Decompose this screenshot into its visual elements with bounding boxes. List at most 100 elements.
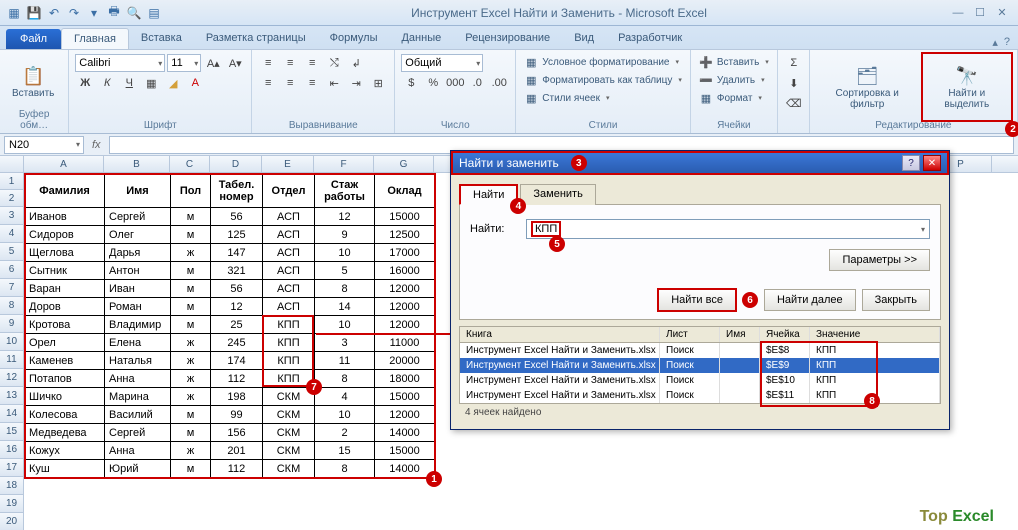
row-header[interactable]: 10	[0, 333, 24, 351]
indent-inc-icon[interactable]: ⇥	[346, 74, 366, 92]
table-cell[interactable]: 15000	[375, 388, 435, 406]
maximize-icon[interactable]: ☐	[972, 6, 988, 20]
table-cell[interactable]: 156	[211, 424, 263, 442]
dialog-help-icon[interactable]: ?	[902, 155, 920, 171]
ribbon-tab[interactable]: Вставка	[129, 28, 194, 49]
table-cell[interactable]: 12000	[375, 406, 435, 424]
table-cell[interactable]: м	[171, 424, 211, 442]
table-cell[interactable]: Василий	[105, 406, 171, 424]
autosum-icon[interactable]: Σ	[784, 54, 804, 72]
name-box[interactable]: N20	[4, 136, 84, 154]
find-input[interactable]: КПП 5	[526, 219, 930, 239]
result-row[interactable]: Инструмент Excel Найти и Заменить.xlsxПо…	[460, 358, 940, 373]
table-cell[interactable]: Дарья	[105, 244, 171, 262]
table-cell[interactable]: Потапов	[25, 370, 105, 388]
table-cell[interactable]: м	[171, 262, 211, 280]
table-cell[interactable]: 5	[315, 262, 375, 280]
table-cell[interactable]: АСП	[263, 280, 315, 298]
tab-find[interactable]: Найти 4	[459, 184, 518, 205]
table-cell[interactable]: Сергей	[105, 424, 171, 442]
result-row[interactable]: Инструмент Excel Найти и Заменить.xlsxПо…	[460, 373, 940, 388]
table-cell[interactable]: 198	[211, 388, 263, 406]
table-cell[interactable]: Роман	[105, 298, 171, 316]
italic-button[interactable]: К	[97, 74, 117, 92]
table-cell[interactable]: 56	[211, 280, 263, 298]
paste-button[interactable]: 📋 Вставить	[6, 54, 60, 109]
wrap-text-icon[interactable]: ↲	[346, 54, 366, 72]
redo-icon[interactable]: ↷	[66, 5, 82, 21]
table-cell[interactable]: Кротова	[25, 316, 105, 334]
table-cell[interactable]: 125	[211, 226, 263, 244]
qat-icon[interactable]: 🖶	[106, 5, 122, 21]
table-cell[interactable]: Иван	[105, 280, 171, 298]
cond-format-button[interactable]: ▦Условное форматирование	[522, 54, 684, 70]
align-left-icon[interactable]: ≡	[258, 74, 278, 92]
table-cell[interactable]: 14000	[375, 424, 435, 442]
table-cell[interactable]: Шичко	[25, 388, 105, 406]
table-cell[interactable]: Иванов	[25, 208, 105, 226]
qat-icon[interactable]: ▤	[146, 5, 162, 21]
find-select-button[interactable]: 🔭 Найти и выделить	[923, 54, 1011, 120]
table-cell[interactable]: ж	[171, 334, 211, 352]
table-cell[interactable]: ж	[171, 244, 211, 262]
table-cell[interactable]: Кожух	[25, 442, 105, 460]
row-header[interactable]: 19	[0, 495, 24, 513]
table-cell[interactable]: Сидоров	[25, 226, 105, 244]
table-cell[interactable]: 14	[315, 298, 375, 316]
select-all-corner[interactable]	[0, 156, 24, 173]
table-cell[interactable]: Орел	[25, 334, 105, 352]
table-cell[interactable]: 56	[211, 208, 263, 226]
ribbon-tab[interactable]: Разметка страницы	[194, 28, 318, 49]
align-middle-icon[interactable]: ≡	[280, 54, 300, 72]
table-cell[interactable]: Наталья	[105, 352, 171, 370]
close-button[interactable]: Закрыть	[862, 289, 930, 311]
grow-font-icon[interactable]: A▴	[203, 54, 223, 72]
row-header[interactable]: 8	[0, 297, 24, 315]
table-cell[interactable]: 15000	[375, 442, 435, 460]
table-cell[interactable]: 8	[315, 460, 375, 478]
ribbon-tab[interactable]: Рецензирование	[453, 28, 562, 49]
table-cell[interactable]: Анна	[105, 370, 171, 388]
font-color-button[interactable]: A	[185, 74, 205, 92]
table-cell[interactable]: СКМ	[263, 406, 315, 424]
table-cell[interactable]: 12	[211, 298, 263, 316]
row-header[interactable]: 16	[0, 441, 24, 459]
row-header[interactable]: 4	[0, 225, 24, 243]
table-cell[interactable]: 2	[315, 424, 375, 442]
table-cell[interactable]: Медведева	[25, 424, 105, 442]
table-cell[interactable]: Варан	[25, 280, 105, 298]
table-cell[interactable]: 3	[315, 334, 375, 352]
table-cell[interactable]: 10	[315, 244, 375, 262]
table-cell[interactable]: ж	[171, 370, 211, 388]
row-header[interactable]: 13	[0, 387, 24, 405]
border-button[interactable]: ▦	[141, 74, 161, 92]
cells-area[interactable]: ФамилияИмяПолТабел. номерОтделСтаж работ…	[24, 173, 435, 478]
table-cell[interactable]: КПП	[263, 316, 315, 334]
delete-cells-button[interactable]: ➖Удалить	[697, 72, 771, 88]
table-cell[interactable]: 321	[211, 262, 263, 280]
find-all-button[interactable]: Найти все	[658, 289, 736, 311]
fx-icon[interactable]: fx	[84, 139, 109, 151]
table-cell[interactable]: 12	[315, 208, 375, 226]
table-cell[interactable]: СКМ	[263, 460, 315, 478]
table-cell[interactable]: 112	[211, 370, 263, 388]
align-bottom-icon[interactable]: ≡	[302, 54, 322, 72]
format-table-button[interactable]: ▦Форматировать как таблицу	[522, 72, 684, 88]
table-cell[interactable]: Олег	[105, 226, 171, 244]
row-header[interactable]: 7	[0, 279, 24, 297]
table-cell[interactable]: 11000	[375, 334, 435, 352]
table-cell[interactable]: СКМ	[263, 442, 315, 460]
align-center-icon[interactable]: ≡	[280, 74, 300, 92]
table-cell[interactable]: Колесова	[25, 406, 105, 424]
row-header[interactable]: 12	[0, 369, 24, 387]
table-cell[interactable]: 12500	[375, 226, 435, 244]
result-row[interactable]: Инструмент Excel Найти и Заменить.xlsxПо…	[460, 343, 940, 358]
dialog-close-icon[interactable]: ✕	[923, 155, 941, 171]
row-header[interactable]: 14	[0, 405, 24, 423]
dec-dec-icon[interactable]: .00	[489, 74, 509, 92]
tab-replace[interactable]: Заменить	[520, 184, 595, 205]
close-icon[interactable]: ✕	[994, 6, 1010, 20]
table-cell[interactable]: 10	[315, 406, 375, 424]
results-list[interactable]: Книга Лист Имя Ячейка Значение 8 Инструм…	[459, 326, 941, 404]
table-cell[interactable]: Анна	[105, 442, 171, 460]
